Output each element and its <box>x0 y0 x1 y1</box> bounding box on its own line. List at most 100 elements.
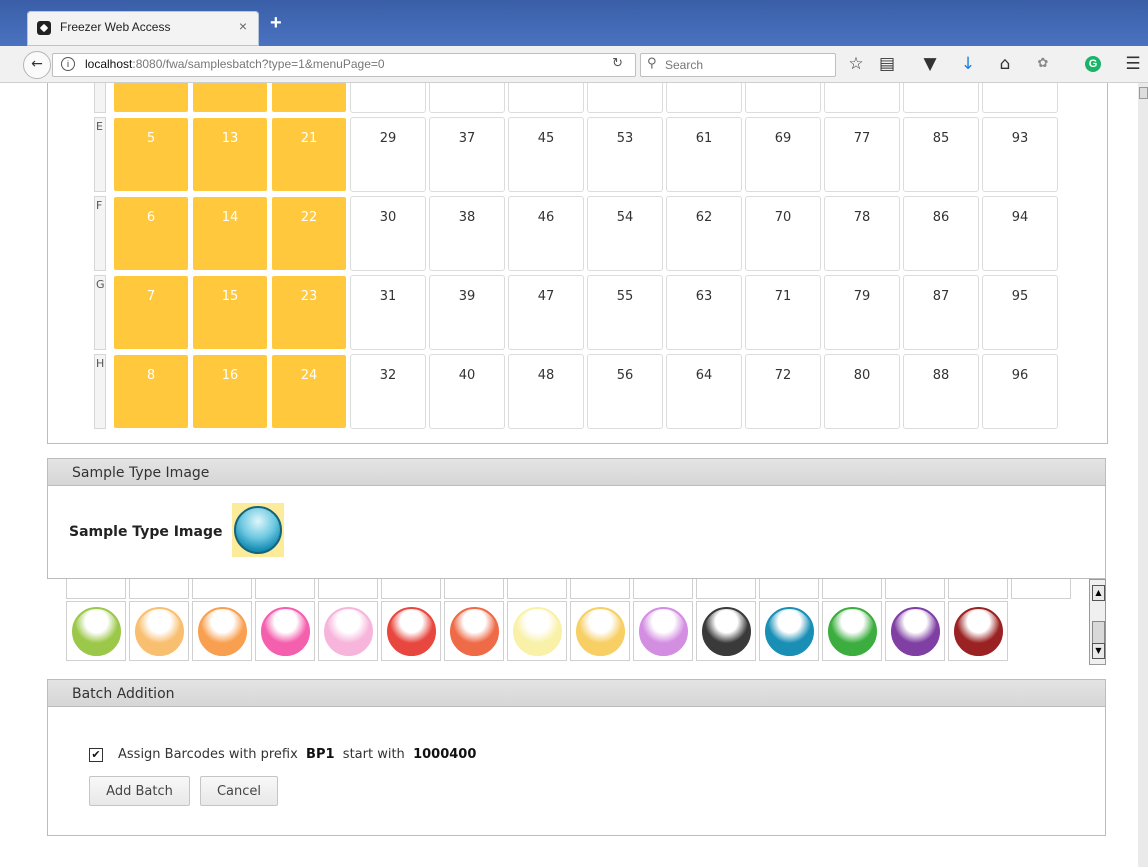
grid-cell[interactable]: 61 <box>666 117 742 192</box>
palette-tile[interactable] <box>318 579 378 599</box>
grid-cell[interactable]: 23 <box>271 275 347 350</box>
grid-cell[interactable]: 14 <box>192 196 268 271</box>
grid-cell[interactable]: 96 <box>982 354 1058 429</box>
page-scrollbar[interactable] <box>1138 83 1148 867</box>
palette-tile[interactable] <box>822 601 882 661</box>
grid-cell[interactable]: 15 <box>192 275 268 350</box>
new-tab-button[interactable]: + <box>270 12 282 35</box>
grid-cell[interactable] <box>113 83 189 113</box>
grammarly-icon[interactable]: G <box>1085 56 1101 72</box>
grid-cell[interactable]: 8 <box>113 354 189 429</box>
grid-cell[interactable]: 70 <box>745 196 821 271</box>
grid-cell[interactable]: 37 <box>429 117 505 192</box>
grid-cell[interactable]: 16 <box>192 354 268 429</box>
palette-tile[interactable] <box>129 601 189 661</box>
palette-tile[interactable] <box>633 601 693 661</box>
palette-tile[interactable] <box>444 579 504 599</box>
grid-cell[interactable]: 71 <box>745 275 821 350</box>
palette-tile[interactable] <box>66 579 126 599</box>
palette-tile[interactable] <box>948 601 1008 661</box>
palette-tile[interactable] <box>255 601 315 661</box>
grid-cell[interactable] <box>587 83 663 113</box>
scroll-up-icon[interactable]: ▲ <box>1092 585 1105 601</box>
grid-cell[interactable]: 95 <box>982 275 1058 350</box>
grid-cell[interactable]: 79 <box>824 275 900 350</box>
palette-tile[interactable] <box>696 579 756 599</box>
close-tab-icon[interactable]: × <box>239 18 247 34</box>
grid-cell[interactable]: 38 <box>429 196 505 271</box>
cancel-button[interactable]: Cancel <box>200 776 278 806</box>
reading-list-icon[interactable]: ▤ <box>877 54 897 74</box>
palette-tile[interactable] <box>381 601 441 661</box>
grid-cell[interactable]: 62 <box>666 196 742 271</box>
grid-cell[interactable]: 93 <box>982 117 1058 192</box>
grid-cell[interactable]: 24 <box>271 354 347 429</box>
grid-cell[interactable]: 21 <box>271 117 347 192</box>
palette-tile[interactable] <box>192 601 252 661</box>
palette-tile[interactable] <box>570 601 630 661</box>
address-bar[interactable]: i localhost:8080/fwa/samplesbatch?type=1… <box>52 53 636 77</box>
grid-cell[interactable] <box>824 83 900 113</box>
grid-cell[interactable]: 13 <box>192 117 268 192</box>
site-info-icon[interactable]: i <box>61 57 75 71</box>
pocket-icon[interactable]: ▼ <box>920 54 940 74</box>
palette-tile[interactable] <box>381 579 441 599</box>
palette-tile[interactable] <box>696 601 756 661</box>
grid-cell[interactable]: 29 <box>350 117 426 192</box>
palette-tile[interactable] <box>255 579 315 599</box>
palette-tile[interactable] <box>948 579 1008 599</box>
scroll-down-icon[interactable]: ▼ <box>1092 643 1105 659</box>
palette-tile[interactable] <box>885 601 945 661</box>
add-batch-button[interactable]: Add Batch <box>89 776 190 806</box>
grid-cell[interactable] <box>903 83 979 113</box>
grid-cell[interactable]: 31 <box>350 275 426 350</box>
grid-cell[interactable]: 77 <box>824 117 900 192</box>
palette-tile[interactable] <box>822 579 882 599</box>
palette-tile[interactable] <box>759 601 819 661</box>
grid-cell[interactable]: 22 <box>271 196 347 271</box>
download-icon[interactable]: ↓ <box>958 54 978 74</box>
grid-cell[interactable]: 86 <box>903 196 979 271</box>
grid-cell[interactable] <box>982 83 1058 113</box>
assign-barcodes-checkbox[interactable]: ✔ <box>89 748 103 762</box>
grid-cell[interactable] <box>429 83 505 113</box>
grid-cell[interactable]: 32 <box>350 354 426 429</box>
grid-cell[interactable]: 40 <box>429 354 505 429</box>
menu-icon[interactable]: ☰ <box>1123 54 1143 74</box>
grid-cell[interactable]: 94 <box>982 196 1058 271</box>
palette-tile[interactable] <box>129 579 189 599</box>
grid-cell[interactable]: 48 <box>508 354 584 429</box>
grid-cell[interactable] <box>271 83 347 113</box>
grid-cell[interactable]: 6 <box>113 196 189 271</box>
grid-cell[interactable]: 78 <box>824 196 900 271</box>
grid-cell[interactable] <box>350 83 426 113</box>
browser-tab[interactable]: Freezer Web Access × <box>27 11 259 46</box>
palette-tile[interactable] <box>507 601 567 661</box>
grid-cell[interactable] <box>666 83 742 113</box>
grid-cell[interactable] <box>745 83 821 113</box>
palette-tile[interactable] <box>759 579 819 599</box>
extension-icon[interactable]: ✿ <box>1033 54 1053 74</box>
home-icon[interactable]: ⌂ <box>995 54 1015 74</box>
grid-cell[interactable]: 63 <box>666 275 742 350</box>
reload-icon[interactable]: ↻ <box>612 56 623 71</box>
grid-cell[interactable]: 80 <box>824 354 900 429</box>
grid-cell[interactable]: 87 <box>903 275 979 350</box>
search-input[interactable]: ⚲ Search <box>640 53 836 77</box>
grid-cell[interactable]: 30 <box>350 196 426 271</box>
palette-tile[interactable] <box>570 579 630 599</box>
grid-cell[interactable] <box>508 83 584 113</box>
grid-cell[interactable]: 46 <box>508 196 584 271</box>
star-icon[interactable]: ☆ <box>846 54 866 74</box>
grid-cell[interactable]: 72 <box>745 354 821 429</box>
palette-tile[interactable] <box>318 601 378 661</box>
grid-cell[interactable] <box>192 83 268 113</box>
grid-cell[interactable]: 39 <box>429 275 505 350</box>
palette-tile[interactable] <box>633 579 693 599</box>
grid-cell[interactable]: 54 <box>587 196 663 271</box>
grid-cell[interactable]: 69 <box>745 117 821 192</box>
grid-cell[interactable]: 64 <box>666 354 742 429</box>
grid-cell[interactable]: 85 <box>903 117 979 192</box>
grid-cell[interactable]: 45 <box>508 117 584 192</box>
palette-tile[interactable] <box>444 601 504 661</box>
